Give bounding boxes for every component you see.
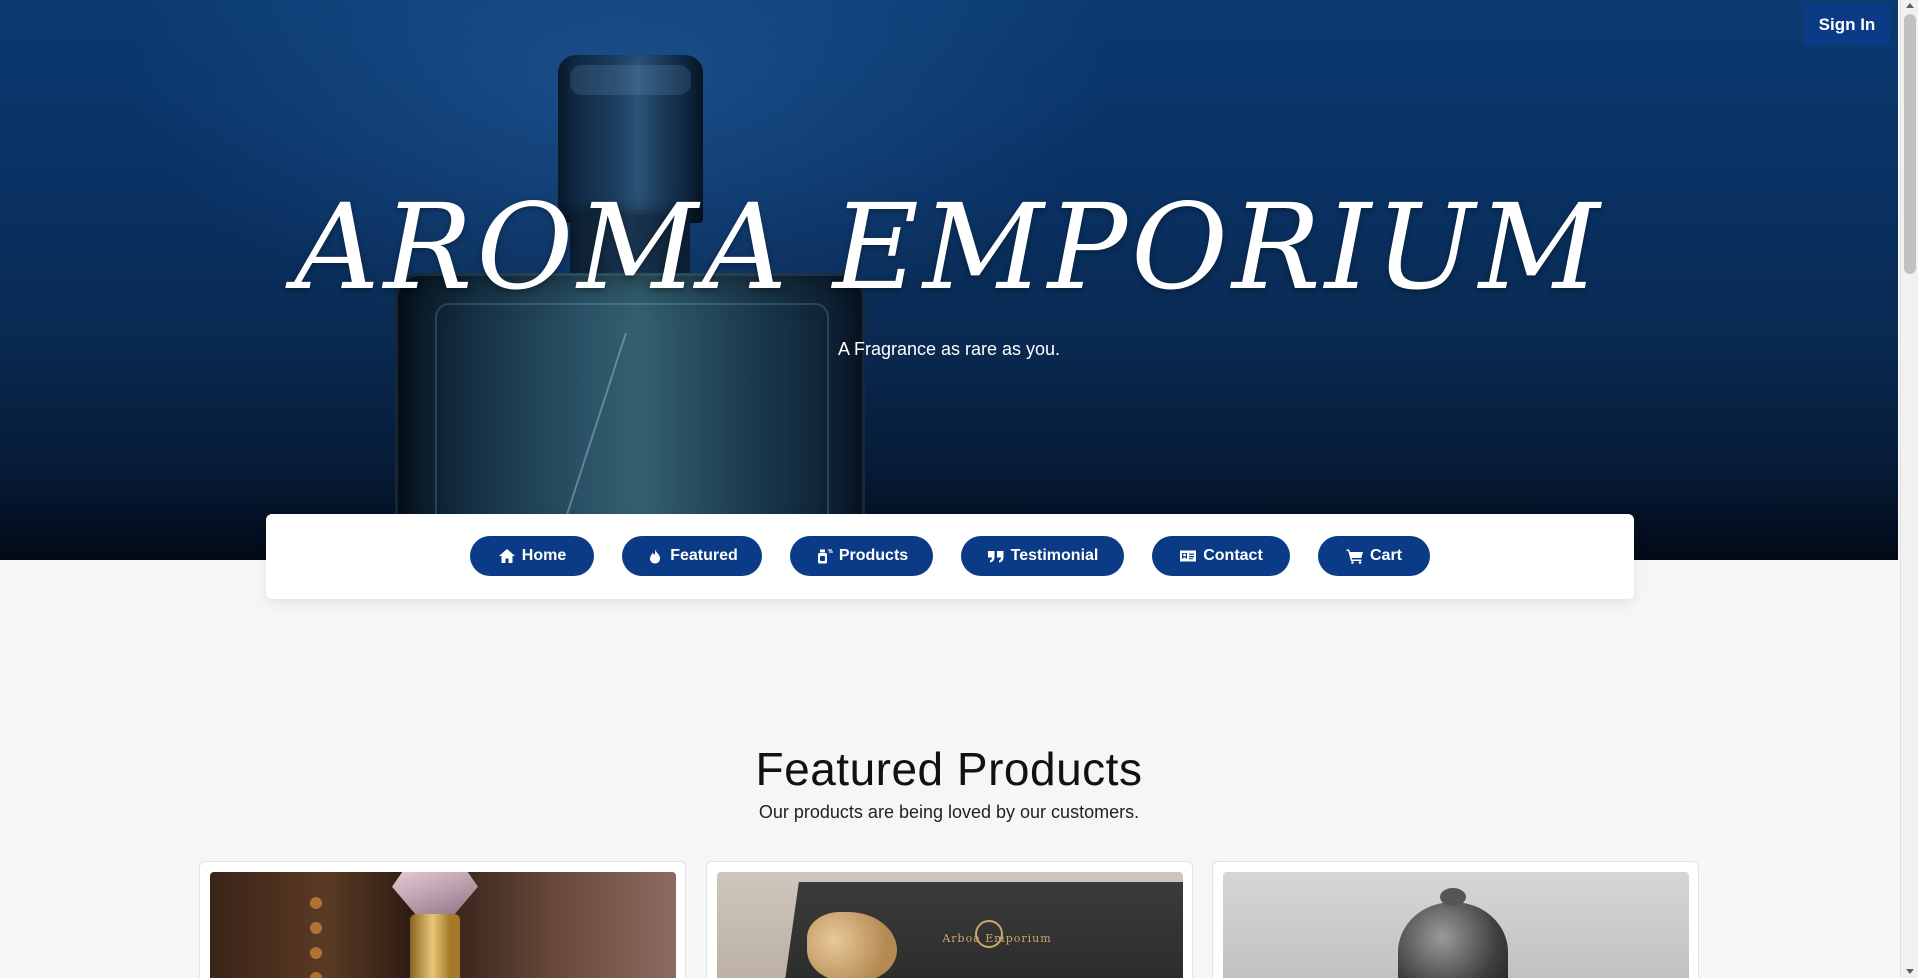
product-card[interactable] (1212, 861, 1699, 978)
fire-icon (646, 548, 664, 564)
product-image-ornate-bottle (1223, 872, 1689, 978)
product-image-gift-box: Arboa Emporium (717, 872, 1183, 978)
home-icon (498, 548, 516, 564)
nav-featured-label: Featured (670, 547, 738, 564)
hero-title: AROMA EMPORIUM (294, 178, 1604, 316)
product-card[interactable]: Arboa Emporium (706, 861, 1193, 978)
sign-in-button[interactable]: Sign In (1804, 5, 1890, 45)
nav-testimonial-button[interactable]: Testimonial (961, 536, 1124, 576)
gift-box-text: Arboa Emporium (942, 932, 1052, 945)
featured-section-title: Featured Products (755, 743, 1143, 795)
nav-featured-button[interactable]: Featured (622, 536, 762, 576)
cart-icon (1346, 548, 1364, 564)
nav-products-label: Products (838, 547, 909, 564)
quote-icon (987, 548, 1005, 564)
nav-products-button[interactable]: Products (790, 536, 933, 576)
hero-tagline: A Fragrance as rare as you. (837, 339, 1061, 359)
featured-section-subtitle: Our products are being loved by our cust… (758, 802, 1140, 822)
nav-home-button[interactable]: Home (470, 536, 594, 576)
product-image-perfume-bottle (210, 872, 676, 978)
scroll-up-arrow-icon[interactable] (1906, 3, 1914, 8)
nav-cart-button[interactable]: Cart (1318, 536, 1430, 576)
hero-banner: AROMA EMPORIUM A Fragrance as rare as yo… (0, 0, 1898, 560)
spray-bottle-icon (815, 548, 833, 564)
scroll-down-arrow-icon[interactable] (1906, 969, 1914, 974)
contact-card-icon (1179, 548, 1197, 564)
product-card[interactable] (199, 861, 686, 978)
nav-testimonial-label: Testimonial (1010, 547, 1099, 564)
scrollbar-thumb[interactable] (1904, 14, 1916, 274)
page-scrollbar[interactable] (1900, 0, 1918, 978)
nav-cart-label: Cart (1369, 547, 1402, 564)
nav-contact-button[interactable]: Contact (1152, 536, 1290, 576)
nav-home-label: Home (521, 547, 567, 564)
main-nav: Home Featured Products Testimonial Conta… (266, 514, 1634, 599)
nav-contact-label: Contact (1203, 547, 1263, 564)
